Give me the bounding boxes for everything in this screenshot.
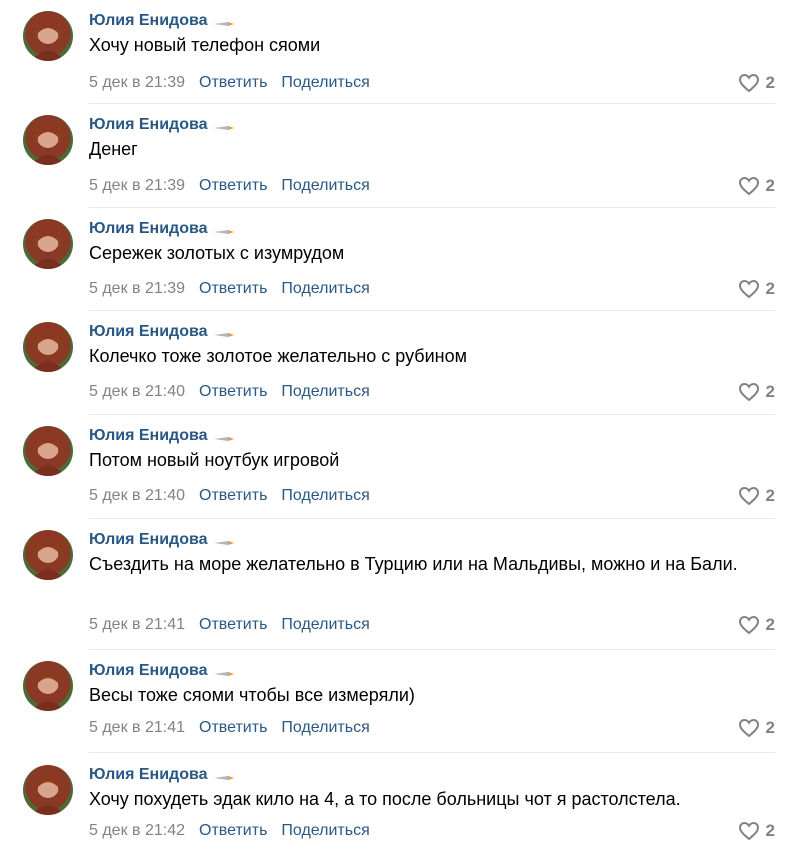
comment: Юлия Енидова Денег 5 дек в 21:39 Ответит… [0, 104, 800, 208]
author-name[interactable]: Юлия Енидова [89, 766, 208, 784]
share-link[interactable]: Поделиться [281, 822, 369, 840]
comment-text: Хочу похудеть эдак кило на 4, а то после… [89, 789, 681, 809]
comment: Юлия Енидова Съездить на море желательно… [0, 519, 800, 650]
share-link[interactable]: Поделиться [281, 280, 369, 298]
comment: Юлия Енидова Хочу похудеть эдак кило на … [0, 754, 800, 854]
reply-link[interactable]: Ответить [199, 383, 267, 401]
like-count: 2 [765, 279, 775, 298]
pen-icon [213, 431, 237, 441]
comment-date[interactable]: 5 дек в 21:39 [89, 280, 185, 298]
like-count: 2 [765, 176, 775, 195]
reply-link[interactable]: Ответить [199, 74, 267, 92]
pen-icon [213, 770, 237, 780]
like-button[interactable]: 2 [738, 614, 775, 636]
divider [89, 752, 775, 753]
comment: Юлия Енидова Потом новый ноутбук игровой… [0, 415, 800, 519]
heart-icon [738, 279, 760, 299]
comment-meta: 5 дек в 21:39 Ответить Поделиться [89, 72, 370, 94]
like-count: 2 [765, 73, 775, 92]
like-count: 2 [765, 382, 775, 401]
comment: Юлия Енидова Сережек золотых с изумрудом… [0, 208, 800, 311]
like-button[interactable]: 2 [738, 717, 775, 739]
comment-date[interactable]: 5 дек в 21:42 [89, 822, 185, 840]
comments-list: Юлия Енидова Хочу новый телефон сяоми 5 … [0, 0, 800, 854]
author-name[interactable]: Юлия Енидова [89, 323, 208, 341]
reply-link[interactable]: Ответить [199, 719, 267, 737]
heart-icon [738, 486, 760, 506]
reply-link[interactable]: Ответить [199, 822, 267, 840]
avatar[interactable] [23, 661, 73, 711]
avatar[interactable] [23, 765, 73, 815]
comment-meta: 5 дек в 21:40 Ответить Поделиться [89, 381, 370, 403]
like-count: 2 [765, 718, 775, 737]
heart-icon [738, 718, 760, 738]
comment-meta: 5 дек в 21:39 Ответить Поделиться [89, 175, 370, 197]
avatar[interactable] [23, 530, 73, 580]
comment-text: Колечко тоже золотое желательно с рубино… [89, 346, 467, 366]
comment: Юлия Енидова Хочу новый телефон сяоми 5 … [0, 0, 800, 104]
comment-date[interactable]: 5 дек в 21:41 [89, 616, 185, 634]
pen-icon [213, 535, 237, 545]
pen-icon [213, 120, 237, 130]
heart-icon [738, 176, 760, 196]
comment-meta: 5 дек в 21:40 Ответить Поделиться [89, 485, 370, 507]
comment-meta: 5 дек в 21:41 Ответить Поделиться [89, 614, 370, 636]
share-link[interactable]: Поделиться [281, 383, 369, 401]
share-link[interactable]: Поделиться [281, 616, 369, 634]
share-link[interactable]: Поделиться [281, 719, 369, 737]
share-link[interactable]: Поделиться [281, 177, 369, 195]
author-name[interactable]: Юлия Енидова [89, 220, 208, 238]
comment-meta: 5 дек в 21:42 Ответить Поделиться [89, 820, 370, 842]
pen-icon [213, 327, 237, 337]
comment-date[interactable]: 5 дек в 21:41 [89, 719, 185, 737]
pen-icon [213, 666, 237, 676]
comment-text: Съездить на море желательно в Турцию или… [89, 554, 738, 574]
like-button[interactable]: 2 [738, 381, 775, 403]
like-button[interactable]: 2 [738, 175, 775, 197]
heart-icon [738, 73, 760, 93]
author-name[interactable]: Юлия Енидова [89, 531, 208, 549]
share-link[interactable]: Поделиться [281, 487, 369, 505]
heart-icon [738, 615, 760, 635]
reply-link[interactable]: Ответить [199, 616, 267, 634]
pen-icon [213, 224, 237, 234]
reply-link[interactable]: Ответить [199, 280, 267, 298]
comment-text: Весы тоже сяоми чтобы все измеряли) [89, 685, 415, 705]
avatar[interactable] [23, 219, 73, 269]
like-button[interactable]: 2 [738, 278, 775, 300]
comment-text: Потом новый ноутбук игровой [89, 450, 340, 470]
comment-date[interactable]: 5 дек в 21:40 [89, 383, 185, 401]
like-count: 2 [765, 821, 775, 840]
comment: Юлия Енидова Весы тоже сяоми чтобы все и… [0, 650, 800, 754]
author-name[interactable]: Юлия Енидова [89, 116, 208, 134]
comment-text: Денег [89, 139, 138, 159]
reply-link[interactable]: Ответить [199, 177, 267, 195]
comment: Юлия Енидова Колечко тоже золотое желате… [0, 311, 800, 415]
pen-icon [213, 16, 237, 26]
comment-meta: 5 дек в 21:39 Ответить Поделиться [89, 278, 370, 300]
like-button[interactable]: 2 [738, 820, 775, 842]
comment-date[interactable]: 5 дек в 21:39 [89, 74, 185, 92]
avatar[interactable] [23, 322, 73, 372]
comment-date[interactable]: 5 дек в 21:39 [89, 177, 185, 195]
like-count: 2 [765, 486, 775, 505]
comment-date[interactable]: 5 дек в 21:40 [89, 487, 185, 505]
comment-text: Хочу новый телефон сяоми [89, 35, 321, 55]
author-name[interactable]: Юлия Енидова [89, 427, 208, 445]
avatar[interactable] [23, 426, 73, 476]
reply-link[interactable]: Ответить [199, 487, 267, 505]
heart-icon [738, 821, 760, 841]
author-name[interactable]: Юлия Енидова [89, 662, 208, 680]
comment-meta: 5 дек в 21:41 Ответить Поделиться [89, 717, 370, 739]
like-button[interactable]: 2 [738, 72, 775, 94]
like-button[interactable]: 2 [738, 485, 775, 507]
avatar[interactable] [23, 11, 73, 61]
like-count: 2 [765, 615, 775, 634]
heart-icon [738, 382, 760, 402]
comment-text: Сережек золотых с изумрудом [89, 243, 345, 263]
share-link[interactable]: Поделиться [281, 74, 369, 92]
avatar[interactable] [23, 115, 73, 165]
author-name[interactable]: Юлия Енидова [89, 12, 208, 30]
